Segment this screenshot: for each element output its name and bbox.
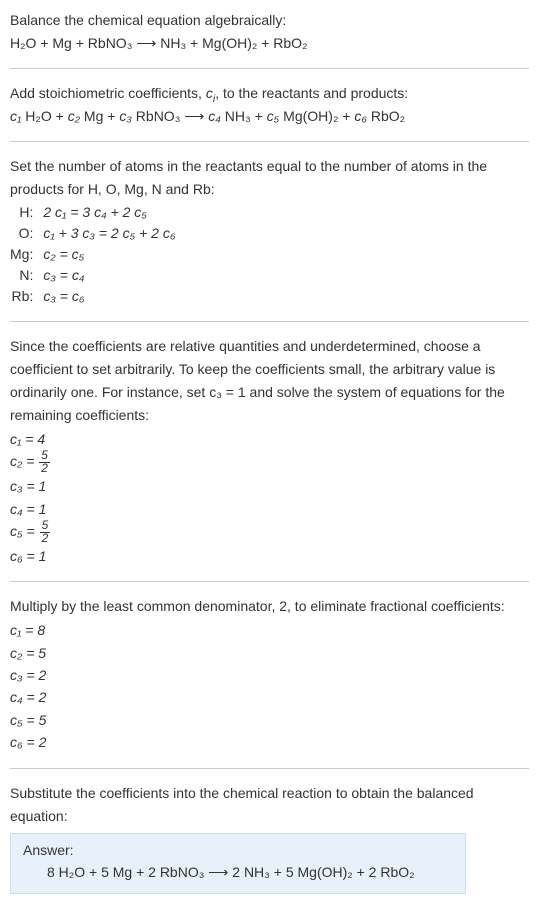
- mult-c1: c₁ = 8: [10, 619, 529, 641]
- c5-lhs: c₅ =: [10, 523, 39, 539]
- solve-c6: c₆ = 1: [10, 545, 529, 567]
- mult-intro: Multiply by the least common denominator…: [10, 596, 529, 617]
- term-mg: Mg +: [80, 108, 119, 124]
- atoms-section: Set the number of atoms in the reactants…: [10, 156, 529, 307]
- atom-equation: c₃ = c₆: [43, 286, 175, 307]
- atoms-row: Rb: c₃ = c₆: [10, 286, 175, 307]
- solve-c3: c₃ = 1: [10, 475, 529, 497]
- intro-section: Balance the chemical equation algebraica…: [10, 10, 529, 54]
- term-h2o: H₂O +: [21, 108, 67, 124]
- stoich-c: c: [206, 85, 213, 101]
- solve-para3: ordinarily one. For instance, set c₃ = 1…: [10, 382, 529, 403]
- fraction: 52: [40, 520, 51, 545]
- stoich-intro-a: Add stoichiometric coefficients,: [10, 85, 206, 101]
- atom-equation: c₁ + 3 c₃ = 2 c₅ + 2 c₆: [43, 223, 175, 244]
- frac-den: 2: [40, 533, 51, 545]
- atom-equation: c₃ = c₄: [43, 265, 175, 286]
- divider: [10, 68, 529, 69]
- subst-line2: equation:: [10, 806, 529, 827]
- solve-c1: c₁ = 4: [10, 428, 529, 450]
- atom-label: Rb:: [10, 286, 43, 307]
- stoich-intro: Add stoichiometric coefficients, ci, to …: [10, 83, 529, 104]
- coef-c6: c₆: [354, 108, 367, 124]
- atoms-row: N: c₃ = c₄: [10, 265, 175, 286]
- intro-equation: H₂O + Mg + RbNO₃ ⟶ NH₃ + Mg(OH)₂ + RbO₂: [10, 33, 529, 54]
- atom-equation: 2 c₁ = 3 c₄ + 2 c₅: [43, 202, 175, 223]
- subst-line1: Substitute the coefficients into the che…: [10, 783, 529, 804]
- solve-para2: coefficient to set arbitrarily. To keep …: [10, 359, 529, 380]
- mult-c5: c₅ = 5: [10, 709, 529, 731]
- coef-c2: c₂: [68, 108, 80, 124]
- term-nh3: NH₃ +: [221, 108, 267, 124]
- stoich-section: Add stoichiometric coefficients, ci, to …: [10, 83, 529, 127]
- divider: [10, 141, 529, 142]
- mult-c6: c₆ = 2: [10, 731, 529, 753]
- stoich-intro-b: , to the reactants and products:: [215, 85, 408, 101]
- atoms-row: H: 2 c₁ = 3 c₄ + 2 c₅: [10, 202, 175, 223]
- divider: [10, 321, 529, 322]
- c2-lhs: c₂ =: [10, 454, 38, 470]
- atoms-row: O: c₁ + 3 c₃ = 2 c₅ + 2 c₆: [10, 223, 175, 244]
- fraction: 52: [39, 450, 50, 475]
- solve-c5: c₅ = 52: [10, 520, 529, 545]
- atom-label: Mg:: [10, 244, 43, 265]
- mult-c4: c₄ = 2: [10, 686, 529, 708]
- mult-section: Multiply by the least common denominator…: [10, 596, 529, 753]
- stoich-equation: c₁ H₂O + c₂ Mg + c₃ RbNO₃ ⟶ c₄ NH₃ + c₅ …: [10, 106, 529, 127]
- term-rbo2: RbO₂: [367, 108, 405, 124]
- atoms-intro2: products for H, O, Mg, N and Rb:: [10, 179, 529, 200]
- atoms-row: Mg: c₂ = c₅: [10, 244, 175, 265]
- atom-label: H:: [10, 202, 43, 223]
- term-mgoh2: Mg(OH)₂ +: [279, 108, 354, 124]
- mult-c3: c₃ = 2: [10, 664, 529, 686]
- atoms-table: H: 2 c₁ = 3 c₄ + 2 c₅ O: c₁ + 3 c₃ = 2 c…: [10, 202, 175, 307]
- atom-label: O:: [10, 223, 43, 244]
- atom-label: N:: [10, 265, 43, 286]
- subst-section: Substitute the coefficients into the che…: [10, 783, 529, 894]
- atoms-intro1: Set the number of atoms in the reactants…: [10, 156, 529, 177]
- solve-section: Since the coefficients are relative quan…: [10, 336, 529, 567]
- intro-line1: Balance the chemical equation algebraica…: [10, 10, 529, 31]
- solve-c4: c₄ = 1: [10, 498, 529, 520]
- answer-box: Answer: 8 H₂O + 5 Mg + 2 RbNO₃ ⟶ 2 NH₃ +…: [10, 833, 466, 894]
- solve-c2: c₂ = 52: [10, 450, 529, 475]
- coef-c4: c₄: [208, 108, 221, 124]
- frac-den: 2: [39, 463, 50, 475]
- divider: [10, 581, 529, 582]
- coef-c3: c₃: [119, 108, 132, 124]
- coef-c5: c₅: [267, 108, 280, 124]
- coef-c1: c₁: [10, 108, 21, 124]
- answer-label: Answer:: [23, 842, 453, 858]
- solve-para4: remaining coefficients:: [10, 405, 529, 426]
- divider: [10, 768, 529, 769]
- solve-para1: Since the coefficients are relative quan…: [10, 336, 529, 357]
- atom-equation: c₂ = c₅: [43, 244, 175, 265]
- answer-equation: 8 H₂O + 5 Mg + 2 RbNO₃ ⟶ 2 NH₃ + 5 Mg(OH…: [23, 864, 453, 881]
- mult-c2: c₂ = 5: [10, 642, 529, 664]
- term-rbno3: RbNO₃ ⟶: [132, 108, 208, 124]
